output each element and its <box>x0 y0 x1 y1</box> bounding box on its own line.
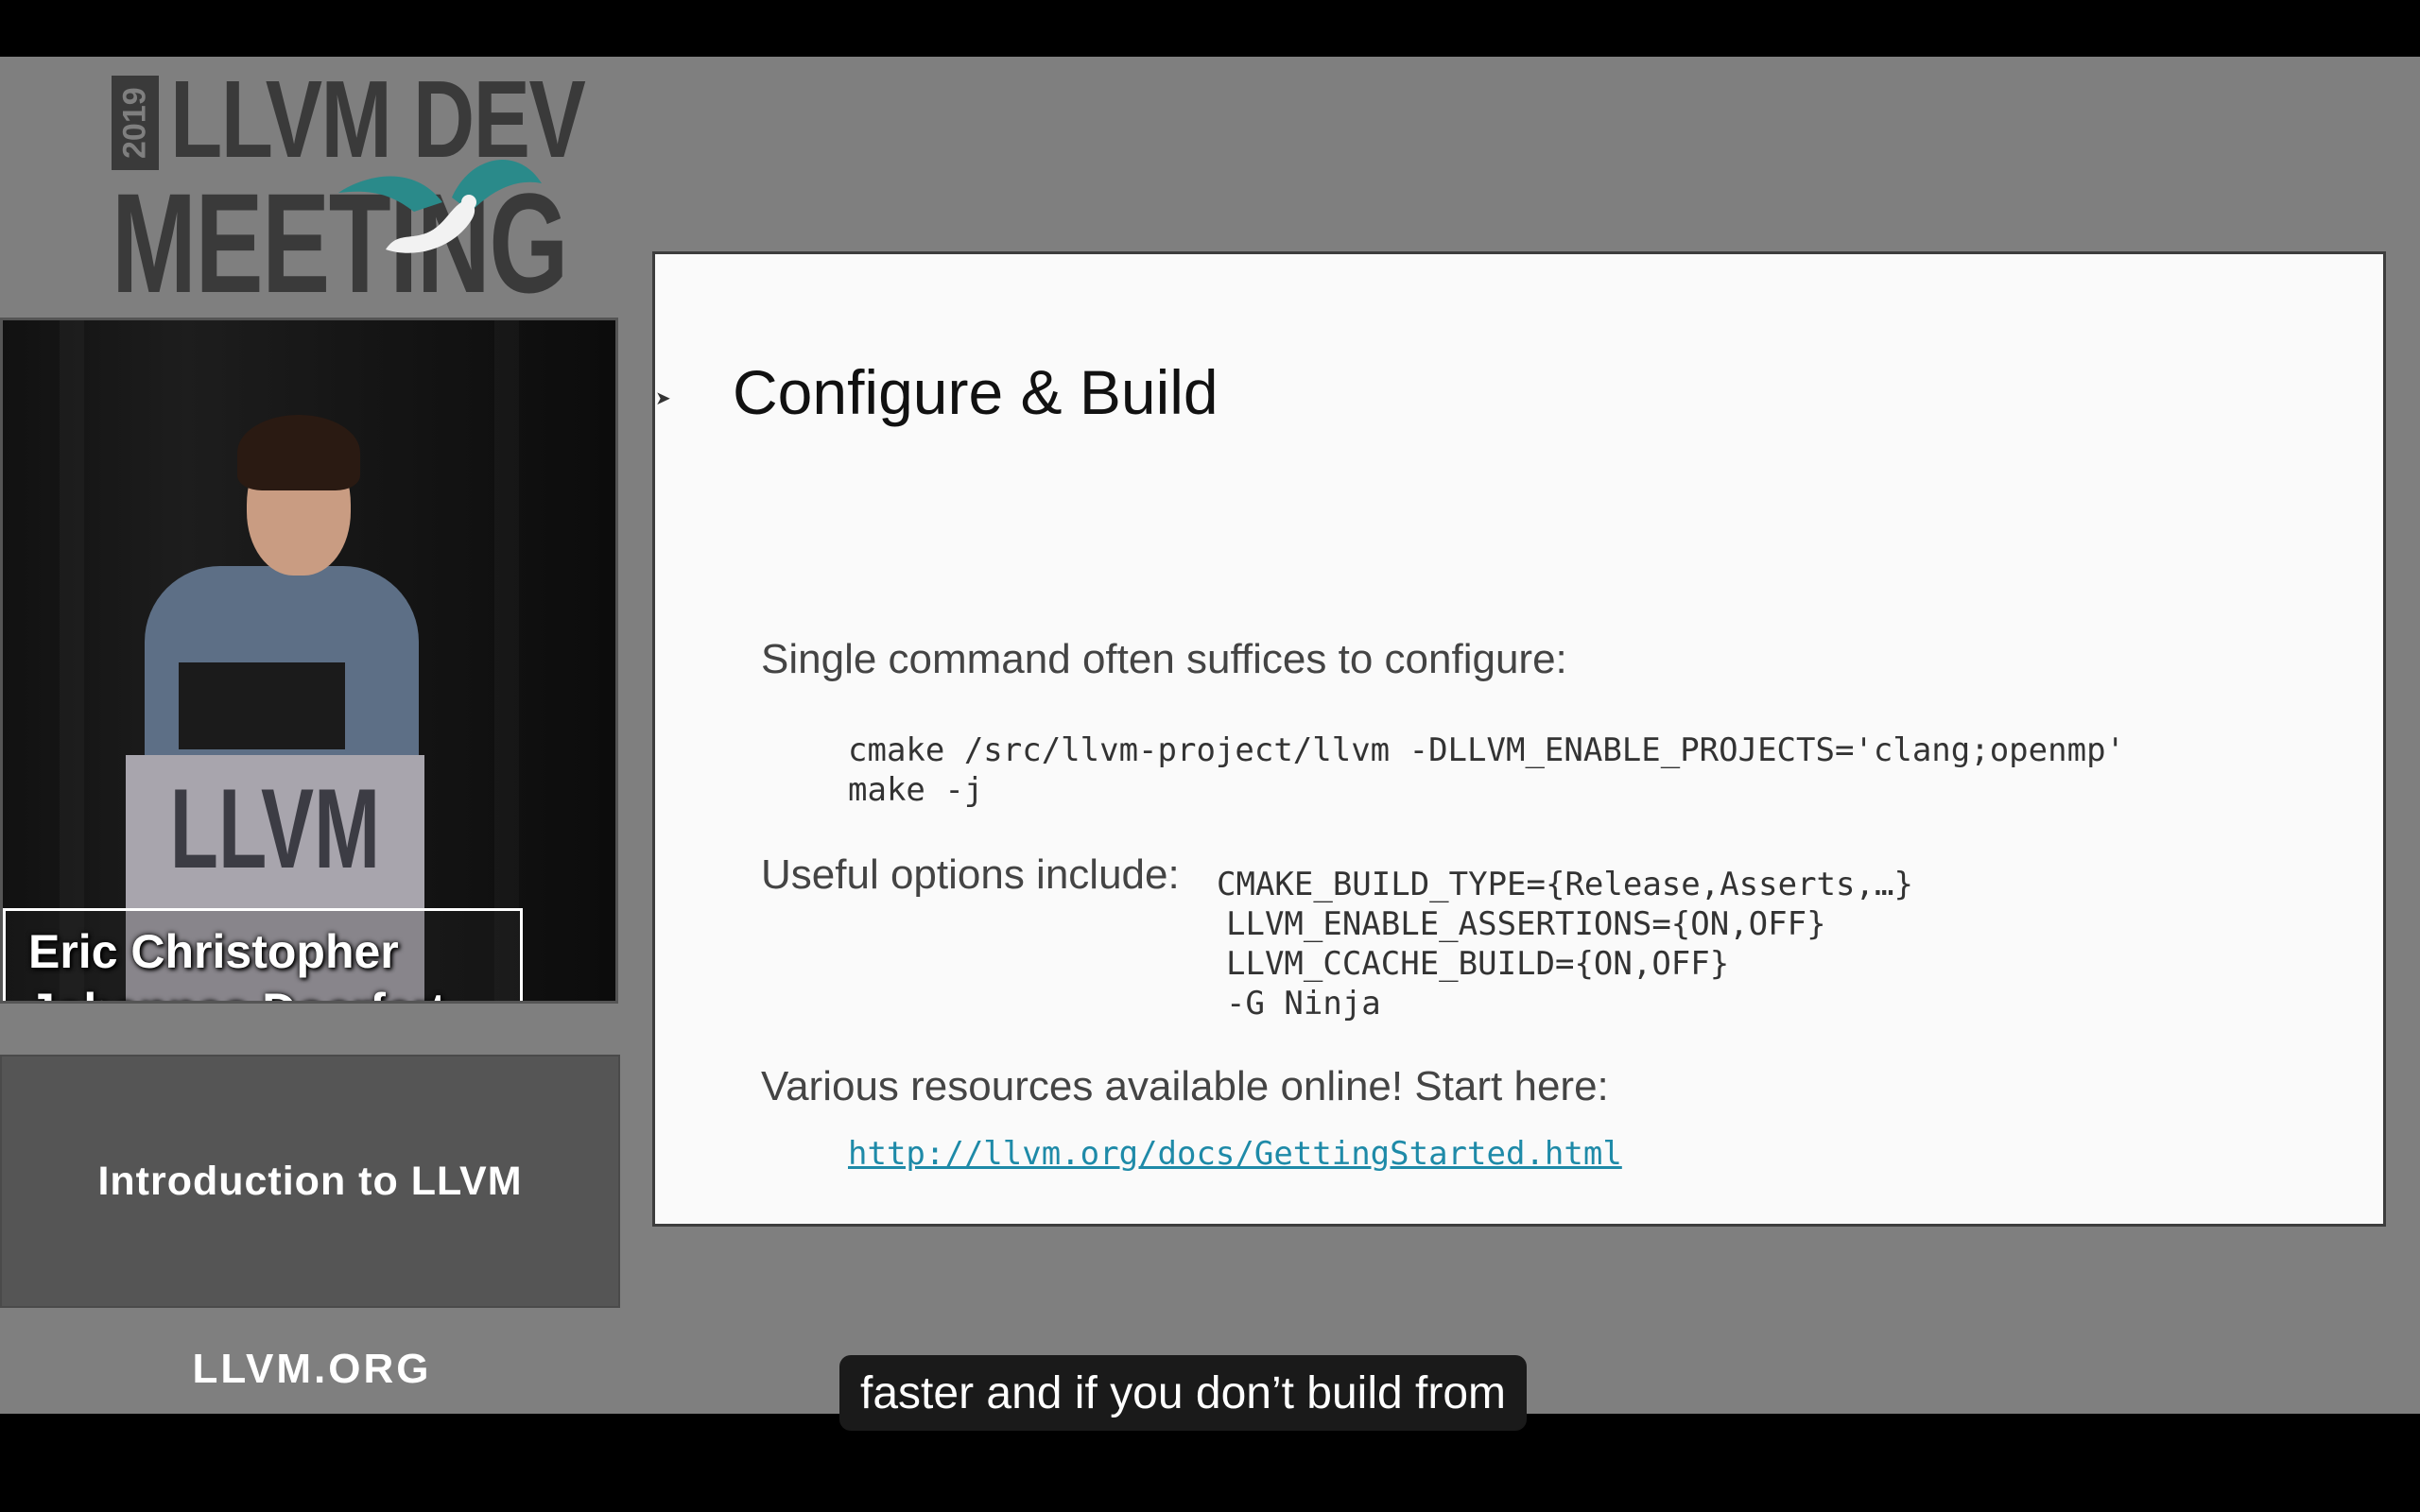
slide-paragraph: Various resources available online! Star… <box>761 1063 1609 1109</box>
option-line: LLVM_CCACHE_BUILD={ON,OFF} <box>1226 945 1730 983</box>
curtain-fold <box>494 320 519 1001</box>
talk-title: Introduction to LLVM <box>97 1158 523 1204</box>
org-label: LLVM.ORG <box>192 1346 432 1392</box>
code-block: cmake /src/llvm-project/llvm -DLLVM_ENAB… <box>848 731 2126 809</box>
speaker-hair <box>237 415 360 490</box>
option-line: CMAKE_BUILD_TYPE={Release,Asserts,…} <box>1217 866 1913 903</box>
curtain-fold <box>60 320 84 1001</box>
logo-year: 2019 <box>112 76 159 170</box>
speaker-video: LLVM Eric Christopher Johannes Doerfert <box>0 318 618 1004</box>
caption-text: faster and if you don’t build from <box>860 1367 1507 1418</box>
video-frame: 2019 LLVM DEV MEETING LLVM Eric Christop… <box>0 57 2420 1431</box>
option-line: -G Ninja <box>1226 985 1381 1022</box>
presentation-slide: ➤ Configure & Build Single command often… <box>652 251 2386 1227</box>
speaker-name: Eric Christopher <box>28 925 399 978</box>
speaker-name-box: Eric Christopher Johannes Doerfert <box>3 908 523 1001</box>
caption-box: faster and if you don’t build from <box>839 1355 1528 1431</box>
option-line: LLVM_ENABLE_ASSERTIONS={ON,OFF} <box>1226 905 1826 943</box>
llvm-dev-meeting-logo: 2019 LLVM DEV MEETING <box>112 64 586 325</box>
slide-title: Configure & Build <box>733 357 1219 427</box>
speaker-name: Johannes Doerfert <box>28 981 520 1001</box>
podium-text: LLVM <box>169 765 381 892</box>
slide-paragraph: Single command often suffices to configu… <box>761 636 1567 682</box>
mouse-cursor-icon: ➤ <box>655 388 671 409</box>
getting-started-link[interactable]: http://llvm.org/docs/GettingStarted.html <box>848 1135 1622 1173</box>
talk-title-panel: Introduction to LLVM <box>0 1055 620 1308</box>
slide-paragraph: Useful options include: <box>761 851 1180 898</box>
laptop <box>179 662 345 749</box>
dragon-icon <box>338 159 542 253</box>
